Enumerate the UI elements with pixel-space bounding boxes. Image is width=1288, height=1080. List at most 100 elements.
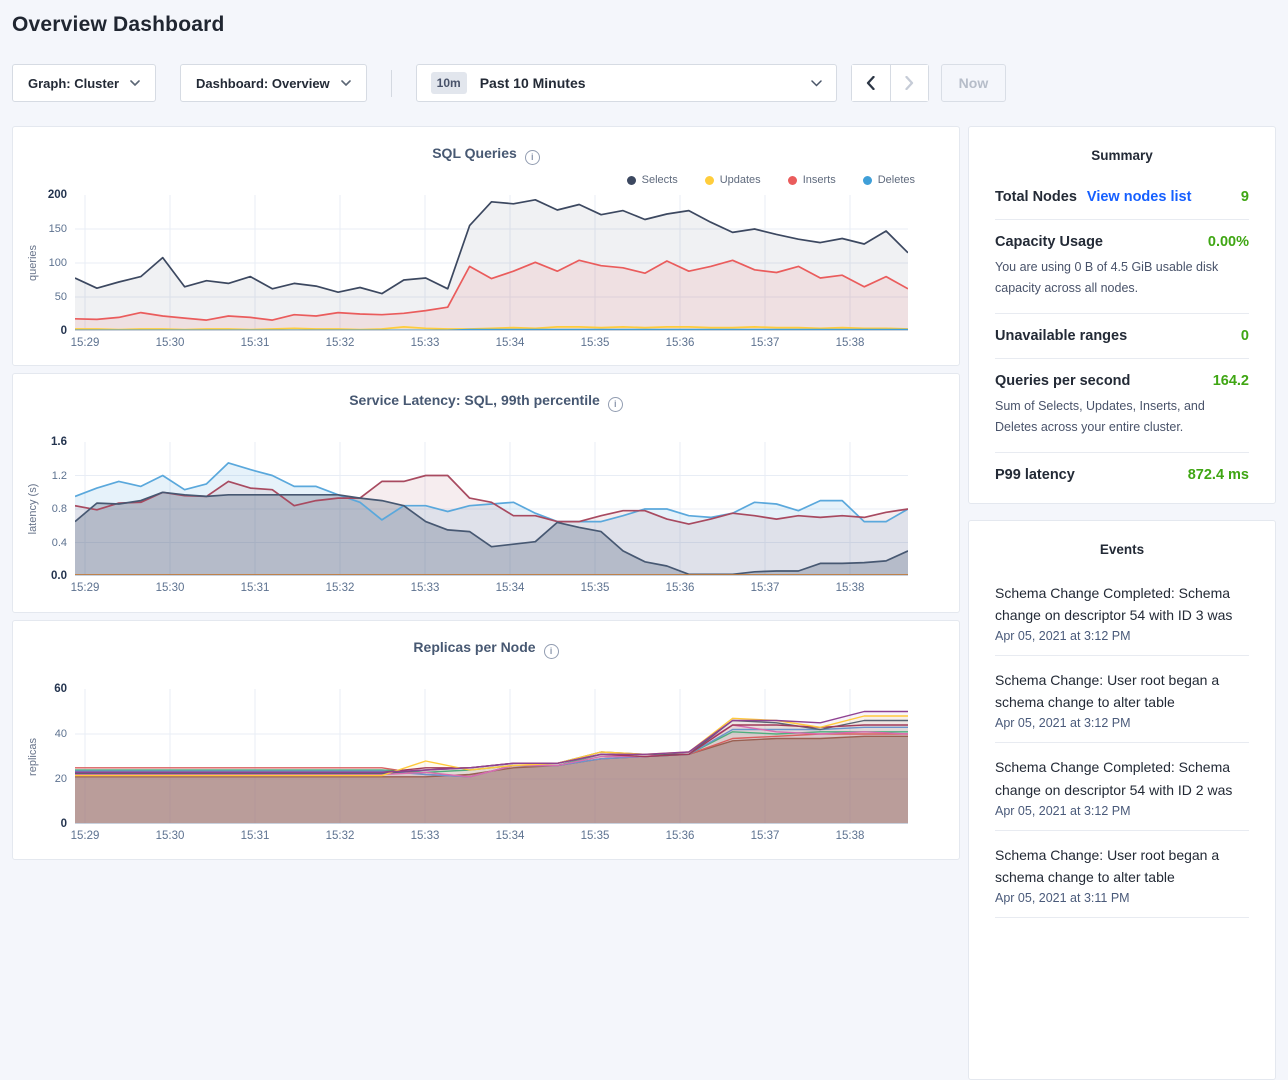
event-message: Schema Change Completed: Schema change o… xyxy=(995,582,1249,626)
x-tick-label: 15:29 xyxy=(71,337,100,349)
summary-row-label: Unavailable ranges xyxy=(995,328,1127,344)
x-tick-label: 15:34 xyxy=(496,337,525,349)
chart-title-text: Service Latency: SQL, 99th percentile xyxy=(349,392,600,408)
summary-rows: Total Nodes View nodes list 9 Capacity Usag… xyxy=(995,175,1249,503)
chart-legend: Selects Updates Inserts Deletes xyxy=(627,174,915,186)
chart-title: Service Latency: SQL, 99th percentile i xyxy=(13,392,959,412)
service-latency-chart[interactable] xyxy=(75,442,908,576)
x-tick-label: 15:35 xyxy=(581,830,610,842)
event-timestamp: Apr 05, 2021 at 3:12 PM xyxy=(995,804,1249,818)
summary-row-description: Sum of Selects, Updates, Inserts, and De… xyxy=(995,396,1249,438)
sql-queries-chart[interactable] xyxy=(75,195,908,331)
y-axis-ticks: 200150100500 xyxy=(41,195,75,331)
summary-row-value: 0.00% xyxy=(1208,234,1249,250)
x-tick-label: 15:37 xyxy=(751,582,780,594)
info-icon[interactable]: i xyxy=(525,150,540,165)
x-tick-label: 15:30 xyxy=(156,337,185,349)
summary-row: Capacity Usage0.00%You are using 0 B of … xyxy=(995,220,1249,314)
x-tick-label: 15:32 xyxy=(326,337,355,349)
summary-row-value: 164.2 xyxy=(1213,373,1249,389)
service-latency-chart-card: Service Latency: SQL, 99th percentile i l… xyxy=(12,373,960,613)
event-item: Schema Change: User root began a schema … xyxy=(995,656,1249,743)
side-column: Summary Total Nodes View nodes list 9 Capac… xyxy=(968,126,1276,1080)
summary-row: P99 latency872.4 ms xyxy=(995,453,1249,503)
x-tick-label: 15:32 xyxy=(326,830,355,842)
x-tick-label: 15:30 xyxy=(156,830,185,842)
dashboard-dropdown-label: Dashboard: Overview xyxy=(196,76,330,91)
y-tick-label: 50 xyxy=(55,291,67,303)
time-prev-button[interactable] xyxy=(852,65,890,101)
legend-item-selects[interactable]: Selects xyxy=(627,174,678,186)
legend-item-updates[interactable]: Updates xyxy=(705,174,761,186)
summary-row: Queries per second 164.2 Sum of Selects, U… xyxy=(995,359,1249,453)
events-list: Schema Change Completed: Schema change o… xyxy=(995,569,1249,918)
time-nav-group xyxy=(851,64,929,102)
replicas-per-node-chart[interactable] xyxy=(75,689,908,824)
chart-title-text: SQL Queries xyxy=(432,145,517,161)
y-tick-label: 0 xyxy=(61,325,67,337)
legend-dot xyxy=(705,176,714,185)
summary-row-value: 9 xyxy=(1241,189,1249,205)
event-message: Schema Change: User root began a schema … xyxy=(995,669,1249,713)
x-tick-label: 15:36 xyxy=(666,337,695,349)
time-range-picker[interactable]: 10m Past 10 Minutes xyxy=(416,64,837,102)
x-tick-label: 15:38 xyxy=(836,830,865,842)
x-tick-label: 15:30 xyxy=(156,582,185,594)
dashboard-dropdown[interactable]: Dashboard: Overview xyxy=(180,64,367,102)
x-tick-label: 15:33 xyxy=(411,337,440,349)
overview-dashboard-page: Overview Dashboard Graph: Cluster Dashbo… xyxy=(0,13,1288,1080)
x-tick-label: 15:33 xyxy=(411,830,440,842)
legend-item-deletes[interactable]: Deletes xyxy=(863,174,915,186)
event-item: Schema Change Completed: Schema change o… xyxy=(995,743,1249,830)
event-item: Schema Change: User root began a schema … xyxy=(995,831,1249,918)
x-tick-label: 15:35 xyxy=(581,337,610,349)
x-tick-label: 15:29 xyxy=(71,830,100,842)
summary-panel: Summary Total Nodes View nodes list 9 Capac… xyxy=(968,126,1276,504)
info-icon[interactable]: i xyxy=(608,397,623,412)
y-tick-label: 0.0 xyxy=(51,570,67,582)
info-icon[interactable]: i xyxy=(544,644,559,659)
x-tick-label: 15:37 xyxy=(751,337,780,349)
graph-dropdown[interactable]: Graph: Cluster xyxy=(12,64,156,102)
y-axis-label: latency (s) xyxy=(25,442,41,576)
legend-dot xyxy=(627,176,636,185)
legend-dot xyxy=(788,176,797,185)
x-tick-label: 15:31 xyxy=(241,337,270,349)
chevron-down-icon xyxy=(130,80,140,86)
chevron-right-icon xyxy=(905,76,914,90)
y-axis-ticks: 6040200 xyxy=(41,689,75,824)
event-timestamp: Apr 05, 2021 at 3:11 PM xyxy=(995,891,1249,905)
now-button[interactable]: Now xyxy=(941,64,1007,102)
y-tick-label: 200 xyxy=(48,189,67,201)
summary-row-value: 0 xyxy=(1241,328,1249,344)
plot-area xyxy=(75,195,908,331)
x-tick-label: 15:36 xyxy=(666,830,695,842)
y-tick-label: 0 xyxy=(61,818,67,830)
x-tick-label: 15:36 xyxy=(666,582,695,594)
y-tick-label: 1.6 xyxy=(51,436,67,448)
summary-title: Summary xyxy=(995,127,1249,175)
y-tick-label: 20 xyxy=(55,773,67,785)
y-tick-label: 1.2 xyxy=(52,470,67,482)
chart-body: replicas 6040200 xyxy=(25,689,908,824)
chart-title: SQL Queries i xyxy=(13,145,959,165)
time-range-label: Past 10 Minutes xyxy=(480,75,811,91)
x-tick-label: 15:34 xyxy=(496,582,525,594)
chevron-down-icon xyxy=(811,80,822,87)
summary-row-description: You are using 0 B of 4.5 GiB usable disk… xyxy=(995,257,1249,299)
time-next-button[interactable] xyxy=(890,65,928,101)
time-range-badge: 10m xyxy=(431,72,467,94)
toolbar-divider xyxy=(391,70,392,97)
y-tick-label: 60 xyxy=(54,683,67,695)
chart-body: queries 200150100500 xyxy=(25,195,908,331)
summary-row-label: Queries per second xyxy=(995,373,1130,389)
main-content: SQL Queries i Selects Updates Inserts Delete… xyxy=(12,126,1276,1080)
legend-item-inserts[interactable]: Inserts xyxy=(788,174,836,186)
summary-row-label: Total Nodes xyxy=(995,189,1077,205)
plot-area xyxy=(75,689,908,824)
x-tick-label: 15:34 xyxy=(496,830,525,842)
y-tick-label: 100 xyxy=(49,257,67,269)
sql-queries-chart-card: SQL Queries i Selects Updates Inserts Delete… xyxy=(12,126,960,366)
event-item: Schema Change Completed: Schema change o… xyxy=(995,569,1249,656)
view-nodes-link[interactable]: View nodes list xyxy=(1087,189,1192,205)
